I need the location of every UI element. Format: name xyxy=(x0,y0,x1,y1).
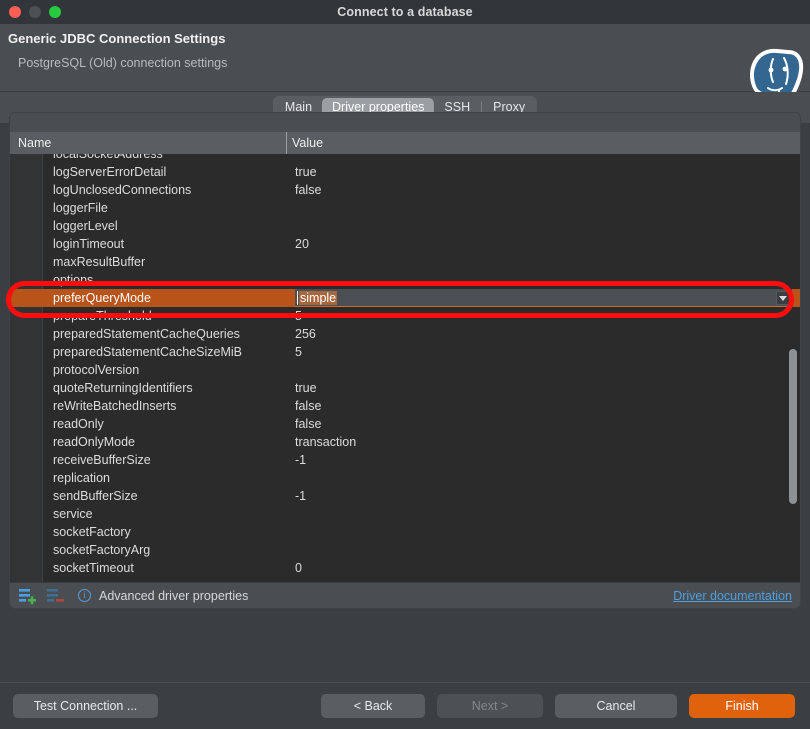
cell-property-value: false xyxy=(295,183,322,197)
table-row[interactable]: logUnclosedConnections false xyxy=(10,181,800,199)
value-editor-text[interactable]: simple xyxy=(299,290,338,305)
driver-properties-panel: Name Value localSocketAddress logServerEr… xyxy=(9,112,801,609)
page-subtitle: PostgreSQL (Old) connection settings xyxy=(18,56,228,70)
cell-property-value: 0 xyxy=(295,561,302,575)
value-combo-editor[interactable]: simple xyxy=(295,289,792,307)
cell-property-name: localSocketAddress xyxy=(53,154,163,161)
table-row[interactable]: receiveBufferSize -1 xyxy=(10,451,800,469)
add-property-icon[interactable] xyxy=(18,587,38,605)
cell-property-name: options xyxy=(53,273,94,287)
cell-property-value: 256 xyxy=(295,327,316,341)
column-header-name[interactable]: Name xyxy=(10,132,286,154)
cell-property-name: service xyxy=(53,507,93,521)
cell-property-name: readOnly xyxy=(53,417,104,431)
chevron-down-glyph xyxy=(779,295,787,301)
cell-property-name: prepareThreshold xyxy=(53,309,152,323)
page-title: Generic JDBC Connection Settings xyxy=(8,31,226,46)
table-row[interactable]: service xyxy=(10,505,800,523)
table-row[interactable]: preferQueryMode simple xyxy=(10,289,800,307)
next-button: Next > xyxy=(437,694,543,718)
cell-property-value: 5 xyxy=(295,309,302,323)
advanced-properties-label: Advanced driver properties xyxy=(99,588,249,603)
test-connection-button[interactable]: Test Connection ... xyxy=(13,694,158,718)
cell-property-name: preparedStatementCacheSizeMiB xyxy=(53,345,242,359)
cell-property-name: preferQueryMode xyxy=(53,291,151,305)
window-title: Connect to a database xyxy=(337,5,473,19)
table-row[interactable]: loggerLevel xyxy=(10,217,800,235)
cell-property-value: -1 xyxy=(295,453,307,467)
table-row[interactable]: quoteReturningIdentifiers true xyxy=(10,379,800,397)
cell-property-value: true xyxy=(295,165,317,179)
dialog-button-bar: Test Connection ... < Back Next > Cancel… xyxy=(0,682,810,729)
text-caret xyxy=(297,291,298,305)
table-row[interactable]: options xyxy=(10,271,800,289)
cell-property-name: preparedStatementCacheQueries xyxy=(53,327,240,341)
table-row[interactable]: logServerErrorDetail true xyxy=(10,163,800,181)
table-row[interactable]: socketFactory xyxy=(10,523,800,541)
table-header: Name Value xyxy=(10,132,800,154)
remove-property-icon[interactable] xyxy=(46,587,66,605)
cell-property-value: -1 xyxy=(295,489,307,503)
table-row[interactable]: loggerFile xyxy=(10,199,800,217)
cell-property-name: logServerErrorDetail xyxy=(53,165,167,179)
cancel-button[interactable]: Cancel xyxy=(555,694,677,718)
table-row[interactable]: loginTimeout 20 xyxy=(10,235,800,253)
table-row[interactable]: sendBufferSize -1 xyxy=(10,487,800,505)
vertical-scrollbar[interactable] xyxy=(789,349,797,504)
dialog-header: Generic JDBC Connection Settings Postgre… xyxy=(0,24,810,107)
cell-property-value: false xyxy=(295,417,322,431)
finish-button[interactable]: Finish xyxy=(689,694,795,718)
cell-property-value: false xyxy=(295,399,322,413)
cell-property-name: loggerFile xyxy=(53,201,108,215)
panel-footer-toolbar: i Advanced driver properties Driver docu… xyxy=(10,582,800,608)
driver-documentation-link[interactable]: Driver documentation xyxy=(673,589,792,603)
cell-property-name: maxResultBuffer xyxy=(53,255,146,269)
cell-property-name: quoteReturningIdentifiers xyxy=(53,381,193,395)
cell-property-name: socketTimeout xyxy=(53,561,134,575)
table-row[interactable]: socketTimeout 0 xyxy=(10,559,800,577)
cell-property-name: receiveBufferSize xyxy=(53,453,151,467)
table-row[interactable]: readOnly false xyxy=(10,415,800,433)
cell-property-value: true xyxy=(295,381,317,395)
properties-grid[interactable]: localSocketAddress logServerErrorDetail tr… xyxy=(10,154,800,584)
chevron-down-icon[interactable] xyxy=(776,291,790,305)
table-row[interactable]: localSocketAddress xyxy=(10,154,800,163)
column-header-value[interactable]: Value xyxy=(286,132,800,154)
cell-property-name: socketFactory xyxy=(53,525,131,539)
cell-property-name: reWriteBatchedInserts xyxy=(53,399,177,413)
table-row[interactable]: protocolVersion xyxy=(10,361,800,379)
cell-property-value: 20 xyxy=(295,237,309,251)
table-row[interactable]: preparedStatementCacheQueries 256 xyxy=(10,325,800,343)
cell-property-name: loginTimeout xyxy=(53,237,125,251)
info-icon[interactable]: i xyxy=(78,589,91,602)
cell-property-value: 5 xyxy=(295,345,302,359)
property-rows: localSocketAddress logServerErrorDetail tr… xyxy=(10,154,800,584)
table-row[interactable]: readOnlyMode transaction xyxy=(10,433,800,451)
cell-property-name: replication xyxy=(53,471,110,485)
cell-property-name: socketFactoryArg xyxy=(53,543,151,557)
table-row[interactable]: replication xyxy=(10,469,800,487)
cell-property-value: transaction xyxy=(295,435,357,449)
table-row[interactable]: socketFactoryArg xyxy=(10,541,800,559)
cell-property-name: protocolVersion xyxy=(53,363,140,377)
cell-property-name: sendBufferSize xyxy=(53,489,138,503)
back-button[interactable]: < Back xyxy=(321,694,425,718)
table-row[interactable]: maxResultBuffer xyxy=(10,253,800,271)
table-row[interactable]: reWriteBatchedInserts false xyxy=(10,397,800,415)
cell-property-name: loggerLevel xyxy=(53,219,118,233)
advanced-properties-info: i Advanced driver properties xyxy=(78,589,248,603)
cell-property-name: readOnlyMode xyxy=(53,435,135,449)
table-row[interactable]: preparedStatementCacheSizeMiB 5 xyxy=(10,343,800,361)
cell-property-name: logUnclosedConnections xyxy=(53,183,192,197)
window-titlebar: Connect to a database xyxy=(0,0,810,24)
table-row[interactable]: prepareThreshold 5 xyxy=(10,307,800,325)
